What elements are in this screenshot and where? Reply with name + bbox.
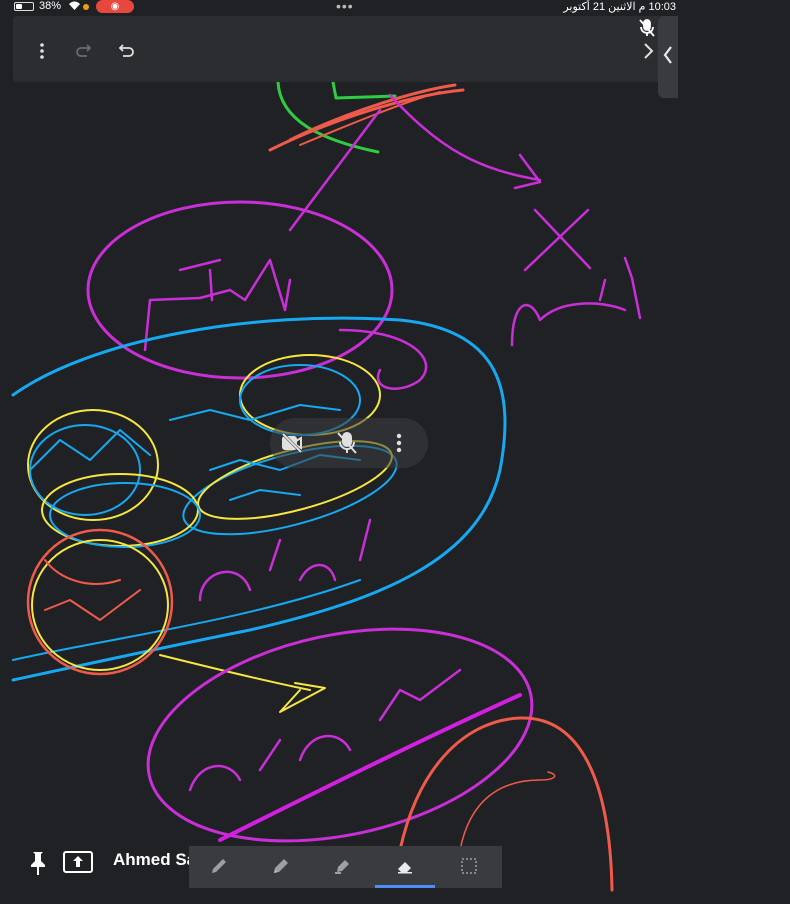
battery-percent: 38% xyxy=(39,0,62,12)
redo-icon[interactable] xyxy=(73,40,95,62)
undo-icon[interactable] xyxy=(115,40,137,62)
ink-stroke xyxy=(510,256,642,347)
more-options-icon[interactable] xyxy=(31,40,53,62)
participant-controls xyxy=(270,418,428,468)
ink-stroke xyxy=(276,80,380,154)
ink-stroke xyxy=(31,539,169,671)
ink-stroke xyxy=(523,208,592,272)
next-page-icon[interactable] xyxy=(637,40,659,62)
battery-icon xyxy=(14,2,34,11)
eraser-icon xyxy=(398,862,412,874)
pin-icon[interactable] xyxy=(28,850,48,876)
ink-stroke xyxy=(12,579,361,661)
status-time-date: 10:03 م الاثنين 21 أكتوبر xyxy=(563,1,676,13)
ink-stroke xyxy=(288,108,382,232)
ink-stroke xyxy=(331,80,397,100)
status-bar: 38% ◉ ••• 10:03 م الاثنين 21 أكتوبر xyxy=(0,0,680,14)
select-icon xyxy=(461,858,477,874)
tool-eraser[interactable] xyxy=(375,846,435,888)
ink-stroke xyxy=(11,316,507,682)
ink-stroke xyxy=(459,771,556,851)
ink-stroke xyxy=(26,528,174,676)
more-options-icon[interactable] xyxy=(394,431,404,460)
tool-pen[interactable] xyxy=(189,846,249,888)
screen-recording-indicator[interactable]: ◉ xyxy=(96,0,134,13)
ink-stroke xyxy=(146,627,534,843)
side-panel-tab[interactable] xyxy=(658,16,678,98)
ink-stroke xyxy=(513,153,542,190)
present-screen-icon[interactable] xyxy=(62,850,94,874)
ink-stroke xyxy=(198,518,372,602)
chevron-left-icon xyxy=(662,44,674,72)
ink-stroke xyxy=(299,91,441,146)
ink-stroke xyxy=(279,682,326,713)
camera-off-icon[interactable] xyxy=(280,431,304,460)
mic-muted-icon[interactable] xyxy=(336,431,358,460)
highlighter-icon xyxy=(335,860,349,874)
ink-stroke xyxy=(218,693,522,842)
whiteboard-toolbar xyxy=(13,16,678,82)
ink-stroke xyxy=(49,482,201,548)
camera-in-use-dot xyxy=(83,4,89,10)
tool-select[interactable] xyxy=(439,846,499,888)
selected-tool-indicator xyxy=(375,885,435,888)
marker-icon xyxy=(274,859,288,873)
ink-stroke xyxy=(159,654,311,691)
ink-stroke xyxy=(44,559,141,621)
ink-stroke xyxy=(338,328,428,390)
pen-icon xyxy=(212,859,226,873)
tool-marker[interactable] xyxy=(251,846,311,888)
ink-stroke xyxy=(29,424,141,516)
tool-highlighter[interactable] xyxy=(313,846,373,888)
ink-stroke xyxy=(388,93,542,182)
mic-muted-icon[interactable] xyxy=(638,18,656,38)
wifi-icon xyxy=(68,0,81,14)
battery-fill xyxy=(16,4,23,9)
ink-stroke xyxy=(86,200,394,380)
multitasking-dots-icon[interactable]: ••• xyxy=(336,0,354,14)
drawing-tool-tray xyxy=(189,846,502,888)
